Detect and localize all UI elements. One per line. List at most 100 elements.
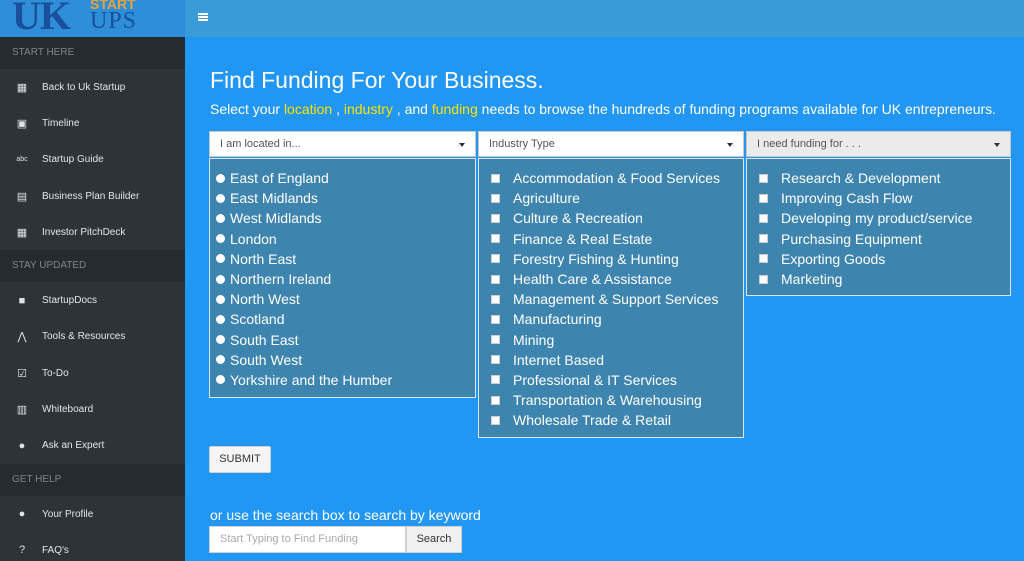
search-input[interactable]: Start Typing to Find Funding xyxy=(209,526,406,553)
location-option[interactable]: East of England xyxy=(216,168,475,188)
sidebar-item-your-profile[interactable]: ● Your Profile xyxy=(0,496,185,532)
sidebar-item-business-plan-builder[interactable]: ▤ Business Plan Builder xyxy=(0,178,185,214)
abc-icon: abc xyxy=(16,156,28,164)
briefcase-icon: ■ xyxy=(18,294,26,307)
funding-option[interactable]: Purchasing Equipment xyxy=(759,229,1010,249)
sidebar-item-startupdocs[interactable]: ■ StartupDocs xyxy=(0,282,185,318)
industry-option[interactable]: Health Care & Assistance xyxy=(491,269,743,289)
radio-button[interactable] xyxy=(216,234,225,244)
location-select[interactable]: I am located in... xyxy=(209,131,476,157)
checkbox[interactable] xyxy=(759,173,768,183)
funding-option[interactable]: Developing my product/service xyxy=(759,208,1010,228)
grid-icon: ▦ xyxy=(16,81,28,94)
location-option[interactable]: Northern Ireland xyxy=(216,269,475,289)
radio-button[interactable] xyxy=(216,193,225,203)
funding-option[interactable]: Improving Cash Flow xyxy=(759,188,1010,208)
location-options: East of England East Midlands West Midland… xyxy=(209,158,476,398)
checkbox[interactable] xyxy=(491,254,500,264)
location-select-label: I am located in... xyxy=(220,138,301,150)
radio-button[interactable] xyxy=(216,294,225,304)
checkbox[interactable] xyxy=(491,375,500,385)
sidebar-item-label: Whiteboard xyxy=(42,404,94,416)
radio-button[interactable] xyxy=(216,375,225,385)
checkbox[interactable] xyxy=(759,234,768,244)
checkbox[interactable] xyxy=(491,355,500,365)
funding-select[interactable]: I need funding for . . . xyxy=(746,131,1011,157)
industry-option-label: Culture & Recreation xyxy=(513,210,643,227)
checkbox[interactable] xyxy=(759,193,768,203)
sidebar-item-label: Timeline xyxy=(42,117,80,129)
logo[interactable]: UK START UPS xyxy=(0,0,185,37)
checkbox[interactable] xyxy=(759,274,768,284)
sidebar: UK START UPS START HERE ▦ Back to Uk Start… xyxy=(0,0,185,561)
location-option[interactable]: North East xyxy=(216,249,475,269)
sidebar-item-whiteboard[interactable]: ▥ Whiteboard xyxy=(0,391,185,427)
checkbox[interactable] xyxy=(491,213,500,223)
location-option[interactable]: North West xyxy=(216,289,475,309)
funding-option[interactable]: Research & Development xyxy=(759,168,1010,188)
radio-button[interactable] xyxy=(216,274,225,284)
industry-option-label: Professional & IT Services xyxy=(513,371,677,388)
checkbox[interactable] xyxy=(491,234,500,244)
industry-option[interactable]: Professional & IT Services xyxy=(491,370,743,390)
industry-select[interactable]: Industry Type xyxy=(478,131,744,157)
industry-option[interactable]: Accommodation & Food Services xyxy=(491,168,743,188)
industry-option-label: Accommodation & Food Services xyxy=(513,170,720,187)
sidebar-item-timeline[interactable]: ▣ Timeline xyxy=(0,105,185,141)
sidebar-item-startup-guide[interactable]: abc Startup Guide xyxy=(0,142,185,178)
hamburger-menu-icon[interactable] xyxy=(198,13,208,21)
sidebar-item-investor-pitchdeck[interactable]: ▦ Investor PitchDeck xyxy=(0,214,185,250)
location-option[interactable]: Yorkshire and the Humber xyxy=(216,370,475,390)
sidebar-item-ask-an-expert[interactable]: ● Ask an Expert xyxy=(0,428,185,464)
industry-option-label: Manufacturing xyxy=(513,311,602,328)
sidebar-item-back-to-uk-startup[interactable]: ▦ Back to Uk Startup xyxy=(0,69,185,105)
checkbox[interactable] xyxy=(491,274,500,284)
sidebar-item-label: Tools & Resources xyxy=(42,331,126,343)
sidebar-item-faq-s[interactable]: ? FAQ's xyxy=(0,532,185,561)
location-option[interactable]: West Midlands xyxy=(216,208,475,228)
industry-option-label: Health Care & Assistance xyxy=(513,271,672,288)
location-option[interactable]: London xyxy=(216,229,475,249)
industry-option[interactable]: Mining xyxy=(491,330,743,350)
industry-option[interactable]: Internet Based xyxy=(491,350,743,370)
checkbox[interactable] xyxy=(491,294,500,304)
industry-option[interactable]: Culture & Recreation xyxy=(491,208,743,228)
location-option[interactable]: Scotland xyxy=(216,309,475,329)
subtitle-text: Select your xyxy=(210,101,284,117)
radio-button[interactable] xyxy=(216,254,225,264)
industry-option[interactable]: Agriculture xyxy=(491,188,743,208)
funding-option-label: Marketing xyxy=(781,271,843,288)
checkbox[interactable] xyxy=(491,173,500,183)
radio-button[interactable] xyxy=(216,355,225,365)
radio-button[interactable] xyxy=(216,213,225,223)
location-option[interactable]: East Midlands xyxy=(216,188,475,208)
location-option[interactable]: South West xyxy=(216,350,475,370)
radio-button[interactable] xyxy=(216,314,225,324)
submit-button[interactable]: SUBMIT xyxy=(209,446,271,473)
checkbox[interactable] xyxy=(759,254,768,264)
industry-option[interactable]: Forestry Fishing & Hunting xyxy=(491,249,743,269)
question-icon: ? xyxy=(18,544,26,557)
industry-option[interactable]: Wholesale Trade & Retail xyxy=(491,410,743,430)
location-option[interactable]: South East xyxy=(216,330,475,350)
checkbox[interactable] xyxy=(491,193,500,203)
industry-option[interactable]: Finance & Real Estate xyxy=(491,229,743,249)
checkbox[interactable] xyxy=(491,314,500,324)
funding-select-label: I need funding for . . . xyxy=(757,138,861,150)
industry-option[interactable]: Transportation & Warehousing xyxy=(491,390,743,410)
funding-option[interactable]: Marketing xyxy=(759,269,1010,289)
radio-button[interactable] xyxy=(216,335,225,345)
section-heading: STAY UPDATED xyxy=(0,250,185,283)
sidebar-item-to-do[interactable]: ☑ To-Do xyxy=(0,355,185,391)
checkbox[interactable] xyxy=(491,335,500,345)
search-button[interactable]: Search xyxy=(406,526,462,553)
sidebar-item-tools-resources[interactable]: ⋀ Tools & Resources xyxy=(0,319,185,355)
checkbox[interactable] xyxy=(491,415,500,425)
logo-ups-text: UPS xyxy=(90,8,138,34)
checkbox[interactable] xyxy=(759,213,768,223)
industry-option[interactable]: Manufacturing xyxy=(491,309,743,329)
funding-option[interactable]: Exporting Goods xyxy=(759,249,1010,269)
industry-option[interactable]: Management & Support Services xyxy=(491,289,743,309)
radio-button[interactable] xyxy=(216,173,225,183)
checkbox[interactable] xyxy=(491,395,500,405)
